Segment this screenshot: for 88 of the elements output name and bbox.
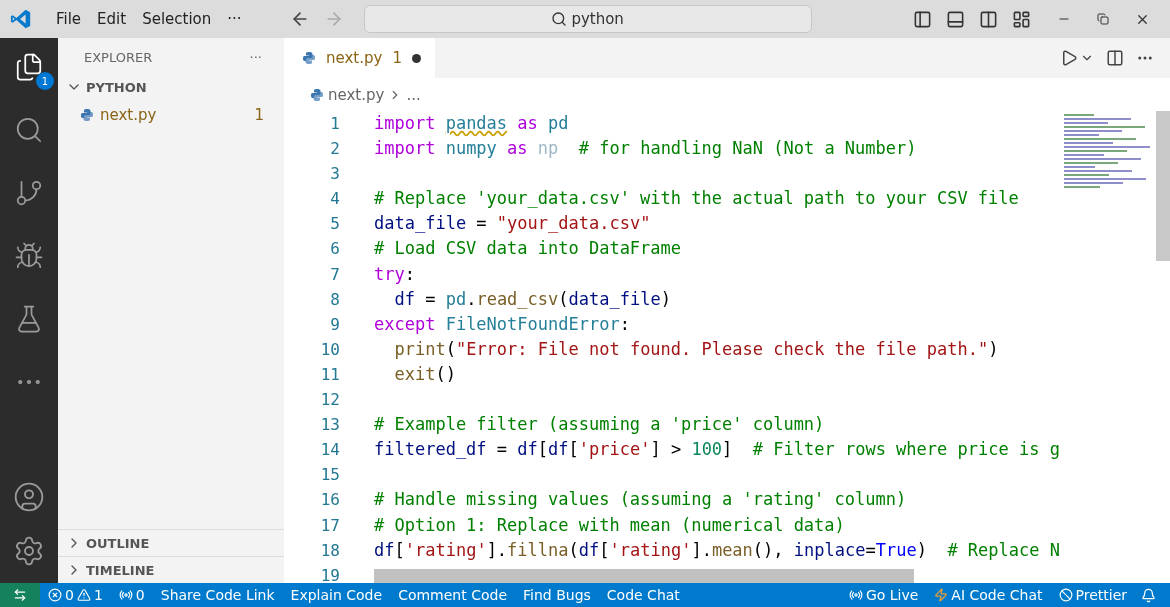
more-actions[interactable]: ··· (249, 50, 262, 65)
status-item[interactable]: Code Chat (598, 587, 688, 603)
line-number: 18 (319, 539, 340, 562)
files-icon[interactable] (14, 52, 44, 82)
go-live-button[interactable]: Go Live (840, 587, 927, 603)
lightning-icon (934, 588, 949, 602)
account-icon[interactable] (13, 481, 45, 513)
line-number: 1 (329, 113, 340, 135)
section-title[interactable]: TIMELINE (86, 562, 155, 578)
line-number: 10 (319, 338, 340, 361)
antenna-icon (118, 588, 133, 602)
unsaved-dot[interactable] (411, 53, 421, 63)
menu-item[interactable]: Selection (134, 10, 220, 28)
notification-badge: 1 (36, 72, 54, 90)
breadcrumb-item[interactable]: next.py (328, 85, 385, 104)
code-line: # Option 1: Replace with mean (numerical data) (374, 513, 845, 537)
line-number: 2 (329, 138, 340, 161)
status-item[interactable]: Comment Code (390, 587, 515, 603)
status-item[interactable]: Find Bugs (515, 587, 599, 603)
python-file-icon (310, 87, 324, 102)
section-title[interactable]: OUTLINE (86, 535, 150, 551)
line-number: 7 (329, 263, 340, 286)
folder-name[interactable]: PYTHON (86, 79, 147, 95)
status-item[interactable]: Explain Code (282, 587, 391, 603)
ports-status[interactable]: 0 (110, 587, 153, 603)
code-line: # Load CSV data into DataFrame (374, 237, 682, 261)
line-number: 6 (329, 238, 340, 261)
search-icon[interactable] (14, 115, 44, 145)
code-line: filtered_df = df[df['price'] > 100] # Filter rows where price is g (374, 438, 1060, 462)
line-number: 19 (319, 564, 340, 583)
line-number: 9 (329, 313, 340, 336)
remote-icon (13, 588, 27, 602)
python-file-icon (302, 51, 316, 65)
editor-logo-icon (10, 8, 32, 30)
code-line: except FileNotFoundError: (374, 312, 630, 336)
line-number: 5 (329, 213, 340, 236)
search-icon (551, 11, 568, 27)
remote-button[interactable] (0, 583, 40, 607)
code-line: import numpy as np # for handling NaN (Not a Number) (374, 137, 917, 161)
warning-icon (76, 588, 91, 602)
breadcrumb-item[interactable]: ... (406, 85, 421, 104)
line-number: 16 (319, 489, 340, 512)
code-line: import pandas as pd (374, 112, 569, 135)
menu-item[interactable]: ··· (219, 10, 250, 28)
line-number: 14 (319, 439, 340, 462)
line-number: 11 (319, 363, 340, 386)
code-line: # Handle missing values (assuming a 'rating' column) (374, 488, 907, 512)
menu-item[interactable]: File (48, 10, 90, 28)
sidebar-toggle-icon[interactable] (913, 9, 932, 29)
line-number: 3 (329, 163, 340, 186)
code-line: df = pd.read_csv(data_file) (393, 287, 671, 311)
restore-icon[interactable] (1097, 13, 1109, 25)
line-number: 4 (329, 188, 340, 211)
status-item[interactable]: Share Code Link (152, 587, 283, 603)
command-center-search[interactable]: python (363, 5, 812, 33)
horizontal-scrollbar[interactable] (374, 569, 914, 583)
bug-icon[interactable] (14, 241, 44, 271)
editor-tab[interactable]: next.py 1 (284, 38, 435, 78)
code-line: exit() (393, 362, 456, 386)
problems-status[interactable]: 0 1 (40, 587, 111, 603)
ban-icon (1058, 588, 1073, 602)
code-line: data_file = "your_data.csv" (374, 212, 651, 236)
sidebar-title: EXPLORER (84, 50, 153, 65)
line-number: 12 (319, 389, 340, 412)
split-layout-icon[interactable] (979, 9, 998, 29)
code-line: print("Error: File not found. Please check the file path.") (393, 337, 999, 361)
python-file-icon (80, 108, 94, 122)
panel-toggle-icon[interactable] (946, 9, 965, 29)
menu-item[interactable]: Edit (89, 10, 135, 28)
line-number: 15 (319, 464, 340, 487)
explorer-entry[interactable]: next.py 1 (58, 101, 284, 129)
prettier-button[interactable]: Prettier (1050, 587, 1135, 603)
notifications-icon[interactable] (1141, 587, 1156, 603)
layout-icon[interactable] (1012, 9, 1031, 29)
line-number: 13 (319, 414, 340, 437)
run-icon[interactable] (1060, 49, 1078, 67)
error-icon (48, 588, 62, 602)
code-line: # Replace 'your_data.csv' with the actual path to your CSV file (374, 187, 1019, 211)
line-number: 8 (329, 288, 340, 311)
code-line: try: (374, 262, 415, 286)
settings-icon[interactable] (13, 535, 45, 567)
code-line: df['rating'].fillna(df['rating'].mean(), inplace=True) # Replace N (374, 538, 1060, 562)
broadcast-icon (848, 588, 863, 602)
line-number: 17 (319, 514, 340, 537)
split-editor-icon[interactable] (1106, 49, 1124, 67)
code-line: # Example filter (assuming a 'price' column) (374, 413, 825, 437)
ai-chat-button[interactable]: AI Code Chat (926, 587, 1051, 603)
source-control-icon[interactable] (14, 178, 44, 208)
